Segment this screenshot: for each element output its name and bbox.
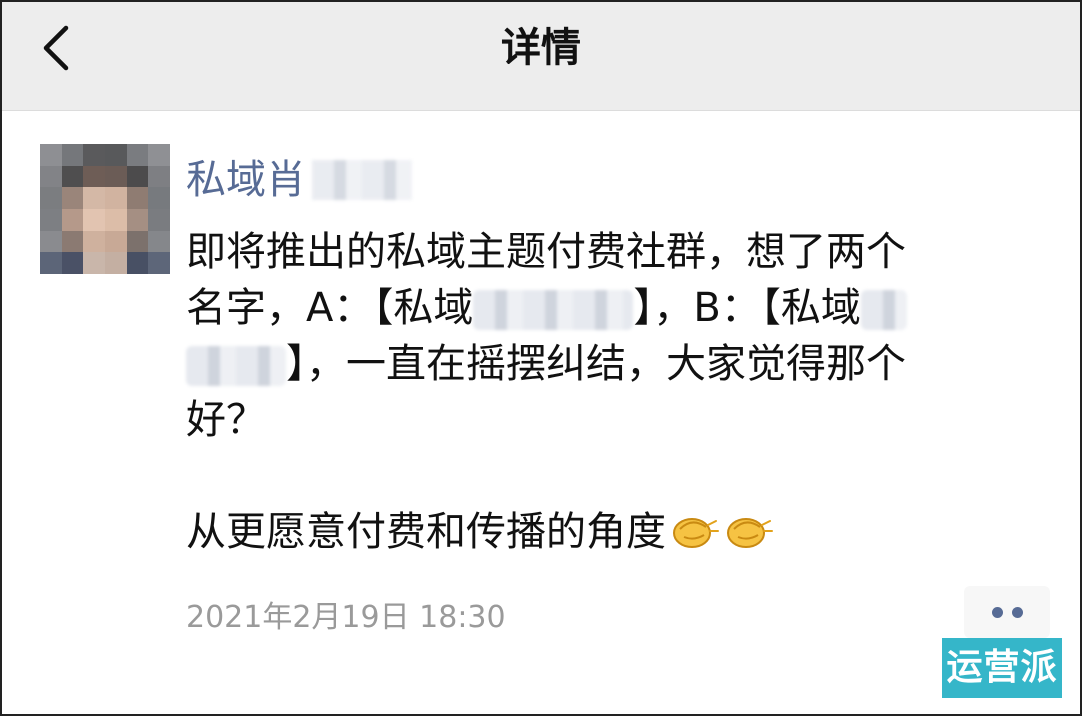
app-frame: 详情 私域肖 即将推出的私域主题付费社群，想了两个 名字，A：【私域 】，B：【私… bbox=[0, 0, 1082, 716]
post-text-line: 好？ bbox=[186, 397, 266, 443]
redacted-text-blur bbox=[473, 290, 634, 330]
redacted-text-blur bbox=[186, 346, 286, 386]
watermark-logo: 运营派 bbox=[942, 638, 1062, 698]
more-dots-icon bbox=[992, 607, 1003, 618]
more-button[interactable] bbox=[964, 586, 1050, 638]
post-timestamp: 2021年2月19日 18:30 bbox=[186, 600, 506, 635]
clapping-hands-emoji-icon bbox=[673, 518, 719, 548]
post-text-line: 】，一直在摇摆纠结，大家觉得那个 bbox=[186, 336, 1026, 392]
author-name: 私域肖 bbox=[186, 157, 306, 203]
redacted-name-blur bbox=[312, 160, 412, 200]
redacted-text-blur bbox=[860, 290, 907, 330]
nav-header: 详情 bbox=[2, 2, 1080, 111]
avatar-image bbox=[40, 144, 170, 274]
post-text-segment: 从更愿意付费和传播的角度 bbox=[186, 509, 666, 555]
post-text-line: 名字，A：【私域 】，B：【私域 bbox=[186, 280, 1026, 336]
more-dots-icon bbox=[1012, 607, 1023, 618]
post-text-line: 从更愿意付费和传播的角度 bbox=[186, 504, 1026, 560]
post-content: 即将推出的私域主题付费社群，想了两个 名字，A：【私域 】，B：【私域 】，一直在… bbox=[186, 224, 1026, 560]
clapping-hands-emoji-icon bbox=[727, 518, 773, 548]
post-text-line: 即将推出的私域主题付费社群，想了两个 bbox=[186, 229, 906, 275]
post-text-segment: 名字，A：【私域 bbox=[186, 285, 474, 331]
page-title: 详情 bbox=[501, 25, 581, 71]
author-name-link[interactable]: 私域肖 bbox=[186, 152, 412, 208]
avatar[interactable] bbox=[40, 144, 170, 274]
post-text-segment: 】，B：【私域 bbox=[633, 285, 861, 331]
post-text-segment: 】，一直在摇摆纠结，大家觉得那个 bbox=[286, 341, 906, 387]
